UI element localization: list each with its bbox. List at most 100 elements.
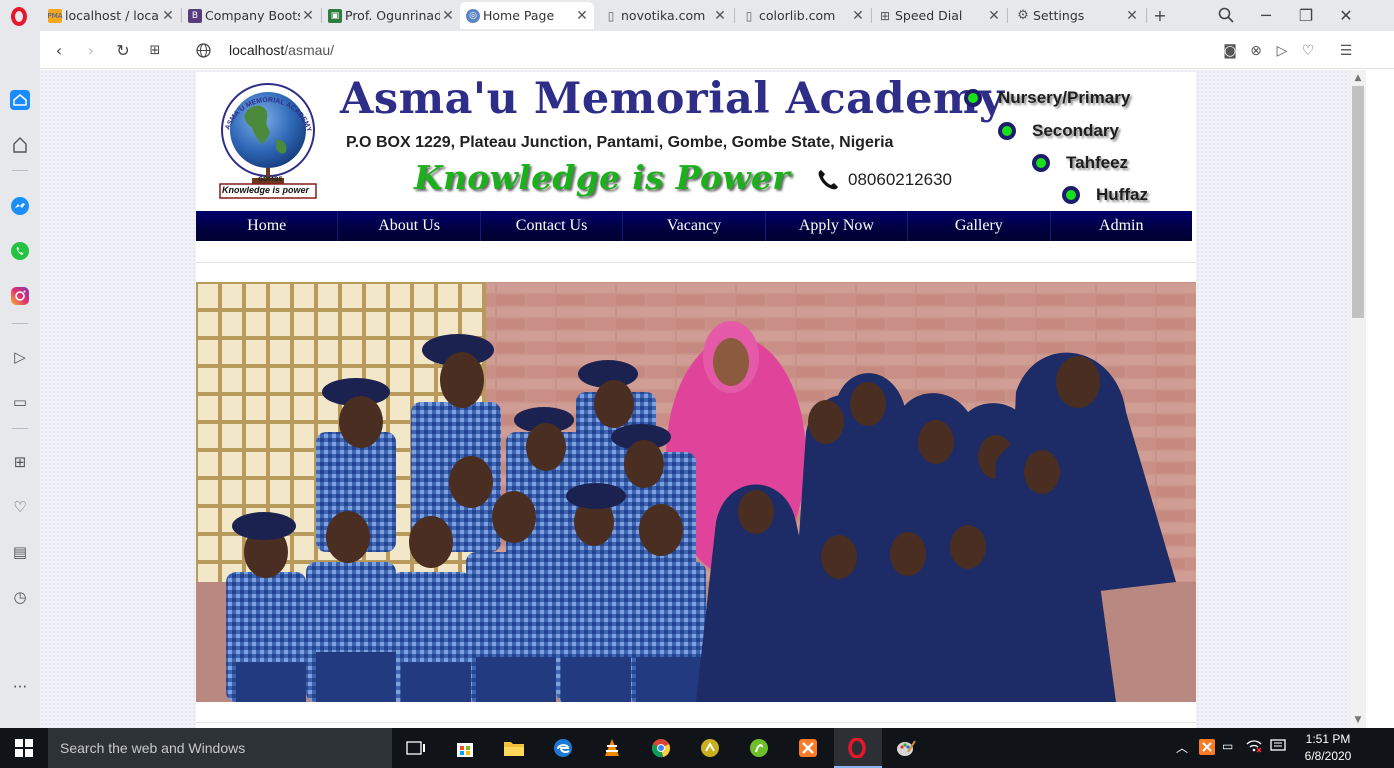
vlc-icon[interactable] [600, 736, 624, 760]
tab-grid-icon[interactable]: ⊞ [144, 39, 166, 61]
xampp-tray-icon[interactable] [1199, 739, 1215, 758]
opera-sidebar: ▷ ▭ ⊞ ♡ ▤ ◷ ··· [0, 31, 40, 728]
paint-icon[interactable] [894, 736, 918, 760]
bookmarks-icon[interactable] [8, 133, 32, 157]
close-tab-icon[interactable]: ✕ [712, 8, 728, 24]
site-info-icon[interactable] [192, 39, 214, 61]
section-label: Tahfeez [1066, 153, 1129, 172]
tab-title: Speed Dial [895, 8, 963, 23]
nav-gallery[interactable]: Gallery [908, 211, 1051, 241]
browser-tab-strip: PMA localhost / localhost ✕ B Company Bo… [0, 0, 1394, 31]
nav-vacancy[interactable]: Vacancy [623, 211, 766, 241]
windows-taskbar: Search the web and Windows ︿ ▭ 1:51 PM 6… [0, 728, 1394, 768]
url-host: localhost [229, 42, 285, 58]
section-huffaz: Huffaz [1062, 185, 1148, 205]
tab-company-bootstrap[interactable]: B Company Bootstrap ✕ [182, 2, 320, 29]
show-hidden-icons[interactable]: ︿ [1176, 739, 1188, 756]
send-icon[interactable]: ▷ [8, 345, 32, 369]
news-icon[interactable]: ▤ [8, 540, 32, 564]
close-window-icon[interactable]: ✕ [1334, 4, 1358, 26]
easy-setup-icon[interactable]: ☰ [1336, 41, 1356, 61]
section-nursery-primary: Nursery/Primary [964, 88, 1130, 108]
scroll-up-icon[interactable]: ▲ [1350, 70, 1366, 86]
chrome-icon[interactable] [649, 736, 673, 760]
section-tahfeez: Tahfeez [1032, 153, 1128, 173]
task-view-icon[interactable] [404, 736, 428, 760]
xampp-icon[interactable] [796, 736, 820, 760]
page-container: ASMA'U MEMORIAL ACADEMY GOMBE Knowledge … [196, 72, 1196, 728]
app-yellow-icon[interactable] [698, 736, 722, 760]
scroll-down-icon[interactable]: ▼ [1350, 712, 1366, 728]
url-field[interactable]: localhost/asmau/ [229, 42, 334, 58]
clock-date: 6/8/2020 [1304, 749, 1352, 763]
page-icon: ▯ [745, 8, 753, 23]
taskbar-search-placeholder: Search the web and Windows [60, 740, 246, 756]
tab-settings[interactable]: ⚙ Settings ✕ [1010, 2, 1144, 29]
school-motto: Knowledge is Power [414, 158, 790, 197]
more-icon[interactable]: ··· [8, 675, 32, 699]
nav-home[interactable]: Home [196, 211, 339, 241]
share-icon[interactable]: ▷ [1272, 41, 1292, 61]
wallet-icon[interactable]: ▭ [8, 390, 32, 414]
nav-apply-now[interactable]: Apply Now [766, 211, 909, 241]
close-tab-icon[interactable]: ✕ [300, 8, 316, 24]
close-tab-icon[interactable]: ✕ [1124, 8, 1140, 24]
tab-title: novotika.com [621, 8, 706, 23]
tab-home-page[interactable]: ◎ Home Page ✕ [460, 2, 594, 29]
instagram-icon[interactable] [8, 284, 32, 308]
search-tabs-icon[interactable] [1214, 4, 1238, 26]
notifications-icon[interactable] [1270, 739, 1286, 756]
edge-icon[interactable] [551, 736, 575, 760]
bookmark-heart-icon[interactable]: ♡ [1298, 41, 1318, 61]
green-dot-icon [964, 89, 982, 107]
back-icon[interactable]: ‹ [48, 39, 70, 61]
nav-admin[interactable]: Admin [1051, 211, 1192, 241]
ad-blocker-icon[interactable]: ⊗ [1246, 41, 1266, 61]
close-tab-icon[interactable]: ✕ [850, 8, 866, 24]
tab-novotika[interactable]: ▯ novotika.com ✕ [598, 2, 732, 29]
minimize-window-icon[interactable]: ─ [1254, 4, 1278, 26]
nav-about-us[interactable]: About Us [338, 211, 481, 241]
bootstrap-icon: B [188, 8, 202, 23]
tab-colorlib[interactable]: ▯ colorlib.com ✕ [736, 2, 870, 29]
section-label: Nursery/Primary [998, 88, 1131, 107]
forward-icon[interactable]: › [80, 39, 102, 61]
scrollbar-thumb[interactable] [1352, 86, 1364, 318]
home-icon[interactable] [8, 88, 32, 112]
divider [196, 262, 1196, 263]
snapshot-icon[interactable]: ◙ [1220, 41, 1240, 61]
restore-window-icon[interactable]: ❐ [1294, 4, 1318, 26]
heart-icon[interactable]: ♡ [8, 495, 32, 519]
green-dot-icon [1032, 154, 1050, 172]
tab-speed-dial[interactable]: ⊞ Speed Dial ✕ [872, 2, 1006, 29]
system-clock[interactable]: 1:51 PM 6/8/2020 [1296, 731, 1360, 765]
store-icon[interactable] [453, 736, 477, 760]
close-tab-icon[interactable]: ✕ [440, 8, 456, 24]
tab-prof-ogunrinade[interactable]: ▣ Prof. Ogunrinade ✕ [322, 2, 460, 29]
tab-phpmyadmin[interactable]: PMA localhost / localhost ✕ [42, 2, 180, 29]
close-tab-icon[interactable]: ✕ [160, 8, 176, 24]
close-tab-icon[interactable]: ✕ [574, 8, 590, 24]
history-icon[interactable]: ◷ [8, 585, 32, 609]
nav-contact-us[interactable]: Contact Us [481, 211, 624, 241]
tab-title: Prof. Ogunrinade [345, 8, 440, 23]
battery-icon[interactable]: ▭ [1222, 739, 1233, 753]
network-icon[interactable] [1246, 739, 1262, 756]
close-tab-icon[interactable]: ✕ [986, 8, 1002, 24]
start-button[interactable] [0, 728, 48, 768]
opera-menu-icon[interactable] [8, 6, 30, 26]
windows-logo-icon [15, 739, 33, 757]
reload-icon[interactable]: ↻ [112, 39, 134, 61]
whatsapp-icon[interactable] [8, 239, 32, 263]
page-scrollbar[interactable]: ▲ ▼ [1350, 70, 1366, 728]
new-tab-icon[interactable]: + [1148, 4, 1172, 26]
taskbar-search[interactable]: Search the web and Windows [48, 728, 392, 768]
url-path: /asmau/ [284, 42, 335, 58]
speed-dial-icon[interactable]: ⊞ [8, 450, 32, 474]
messenger-icon[interactable] [8, 194, 32, 218]
green-dot-icon [1062, 186, 1080, 204]
file-explorer-icon[interactable] [502, 736, 526, 760]
opera-taskbar-icon[interactable] [845, 736, 869, 760]
tab-title: Company Bootstrap [205, 8, 300, 23]
dreamweaver-icon[interactable] [747, 736, 771, 760]
